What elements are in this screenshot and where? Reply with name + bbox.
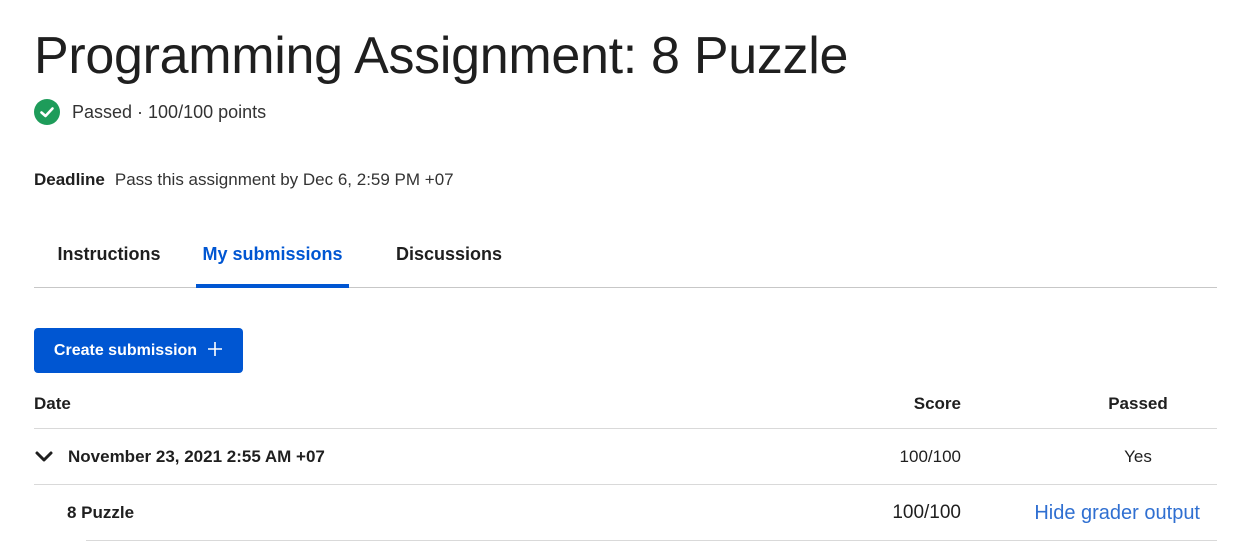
tab-instructions[interactable]: Instructions <box>34 222 184 287</box>
part-name: 8 Puzzle <box>67 503 135 522</box>
chevron-down-icon[interactable] <box>34 447 54 467</box>
create-submission-button[interactable]: Create submission <box>34 328 243 373</box>
check-circle-icon <box>34 99 60 125</box>
deadline-label: Deadline <box>34 170 105 189</box>
submissions-table: Date Score Passed November 23, 2021 2:55… <box>34 380 1217 541</box>
submission-part-row: 8 Puzzle 100/100 Hide grader output <box>34 485 1217 541</box>
plus-icon <box>207 338 223 362</box>
status-summary: Passed · 100/100 points <box>34 98 266 126</box>
header-score: Score <box>913 394 961 413</box>
part-score: 100/100 <box>892 502 961 523</box>
header-date: Date <box>34 394 71 413</box>
submission-score: 100/100 <box>899 446 961 466</box>
assignment-page: Programming Assignment: 8 Puzzle Passed … <box>0 0 1243 542</box>
header-passed: Passed <box>1108 394 1168 413</box>
hide-grader-output-link[interactable]: Hide grader output <box>1034 502 1200 525</box>
status-text: Passed · 100/100 points <box>72 101 267 122</box>
tab-bar: Instructions My submissions Discussions <box>34 222 1217 288</box>
create-submission-label: Create submission <box>53 341 198 359</box>
submission-date-cell: November 23, 2021 2:55 AM +07 <box>34 447 325 467</box>
page-title: Programming Assignment: 8 Puzzle <box>34 27 849 85</box>
deadline: Deadline Pass this assignment by Dec 6, … <box>34 170 454 190</box>
deadline-text: Pass this assignment by Dec 6, 2:59 PM +… <box>114 170 454 189</box>
tab-my-submissions[interactable]: My submissions <box>196 222 349 288</box>
table-header: Date Score Passed <box>34 380 1217 429</box>
submission-row[interactable]: November 23, 2021 2:55 AM +07 100/100 Ye… <box>34 429 1217 485</box>
submission-date: November 23, 2021 2:55 AM +07 <box>68 446 325 466</box>
divider <box>86 540 1217 541</box>
submission-passed: Yes <box>1124 446 1152 466</box>
tab-discussions[interactable]: Discussions <box>382 222 516 287</box>
